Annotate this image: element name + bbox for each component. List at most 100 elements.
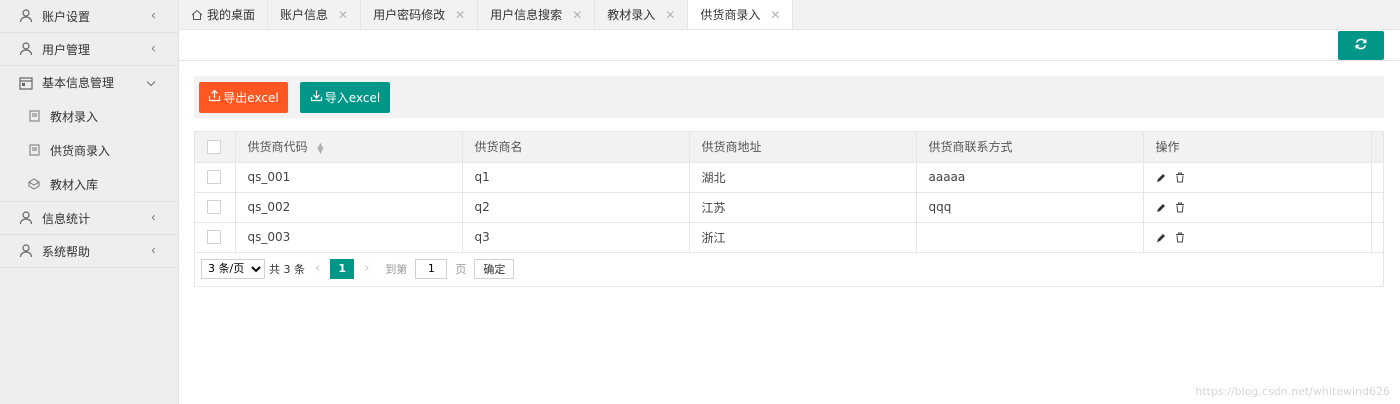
chevron-left-icon: ‹ <box>150 41 156 57</box>
sidebar-item-label: 账户设置 <box>42 9 91 24</box>
page-size-select[interactable]: 3 条/页 <box>201 258 265 279</box>
box-icon <box>26 176 42 192</box>
tab-label: 账户信息 <box>280 8 329 22</box>
row-checkbox[interactable] <box>207 230 221 245</box>
close-icon[interactable]: ✕ <box>455 8 465 22</box>
cell-actions <box>1143 162 1372 193</box>
calendar-icon <box>18 75 34 91</box>
close-icon[interactable]: ✕ <box>338 8 348 22</box>
sidebar-subitem-label: 教材录入 <box>50 109 99 124</box>
next-page-icon[interactable]: › <box>364 261 369 276</box>
sidebar-item-statistics[interactable]: 信息统计 ‹ <box>0 202 178 235</box>
supplier-table: 供货商代码 ▲ ▼ 供货商名 供货商地址 供货商联系方式 操作 qs_001 q1… <box>194 131 1384 287</box>
scroll-gutter <box>1371 192 1384 223</box>
column-header: 供货商联系方式 <box>916 132 1144 163</box>
cell-code: qs_003 <box>235 222 463 253</box>
pagination: 3 条/页 共 3 条 ‹ 1 › 到第 页 确定 <box>195 253 1383 285</box>
cell-name: q3 <box>462 222 690 253</box>
tab-label: 教材录入 <box>607 8 656 22</box>
goto-label: 到第 <box>385 262 408 276</box>
cell-actions <box>1143 192 1372 223</box>
row-checkbox-cell <box>195 162 236 193</box>
edit-icon[interactable] <box>1156 173 1166 183</box>
cell-code: qs_001 <box>235 162 463 193</box>
cell-name: q1 <box>462 162 690 193</box>
tab-textbook-entry[interactable]: 教材录入 ✕ <box>595 0 689 29</box>
sort-icon[interactable]: ▲ ▼ <box>317 141 323 154</box>
submenu-basic-info: 教材录入 供货商录入 教材入库 <box>0 99 178 202</box>
column-header: 供货商名 <box>462 132 690 163</box>
close-icon[interactable]: ✕ <box>665 8 675 22</box>
refresh-button[interactable] <box>1338 31 1384 60</box>
cell-contact <box>916 222 1144 253</box>
sidebar-subitem-label: 供货商录入 <box>50 143 111 158</box>
user-icon <box>18 243 34 259</box>
export-excel-label: 导出excel <box>223 90 279 105</box>
row-checkbox-cell <box>195 192 236 223</box>
action-bar: 导出excel 导入excel <box>194 76 1384 118</box>
cell-contact: aaaaa <box>916 162 1144 193</box>
cell-address: 江苏 <box>689 192 917 223</box>
confirm-button[interactable]: 确定 <box>474 258 515 279</box>
chevron-left-icon: ‹ <box>150 210 156 226</box>
edit-icon[interactable] <box>1156 233 1166 243</box>
row-checkbox[interactable] <box>207 170 221 185</box>
export-icon <box>208 89 223 105</box>
chevron-down-icon <box>146 75 156 90</box>
scroll-gutter <box>1371 162 1384 193</box>
cell-actions <box>1143 222 1372 253</box>
edit-icon[interactable] <box>1156 203 1166 213</box>
user-icon <box>18 210 34 226</box>
tab-password-change[interactable]: 用户密码修改 ✕ <box>361 0 479 29</box>
tab-my-desktop[interactable]: 我的桌面 <box>179 0 269 29</box>
column-header[interactable]: 供货商代码 ▲ ▼ <box>235 132 463 163</box>
row-checkbox[interactable] <box>207 200 221 215</box>
column-header-label: 供货商代码 <box>247 140 308 155</box>
scroll-gutter <box>1371 222 1384 253</box>
user-icon <box>18 8 34 24</box>
tab-user-search[interactable]: 用户信息搜索 ✕ <box>478 0 596 29</box>
sidebar-item-label: 系统帮助 <box>42 244 91 259</box>
row-checkbox-cell <box>195 222 236 253</box>
chevron-left-icon: ‹ <box>150 8 156 24</box>
sidebar-item-system-help[interactable]: 系统帮助 ‹ <box>0 235 178 268</box>
tab-supplier-entry[interactable]: 供货商录入 ✕ <box>688 0 794 29</box>
tab-label: 用户密码修改 <box>373 8 446 22</box>
trash-icon[interactable] <box>1175 232 1185 243</box>
user-icon <box>18 41 34 57</box>
import-excel-button[interactable]: 导入excel <box>300 81 390 113</box>
goto-page-input[interactable] <box>415 258 448 279</box>
import-excel-label: 导入excel <box>324 90 381 105</box>
sidebar-subitem-supplier-entry[interactable]: 供货商录入 <box>0 133 178 167</box>
sidebar-item-label: 用户管理 <box>42 42 91 57</box>
export-excel-button[interactable]: 导出excel <box>199 81 288 113</box>
page-suffix: 页 <box>455 262 467 276</box>
sidebar-item-basic-info[interactable]: 基本信息管理 <box>0 66 178 99</box>
sidebar-item-label: 信息统计 <box>42 211 91 226</box>
prev-page-icon[interactable]: ‹ <box>315 261 320 276</box>
tab-account-info[interactable]: 账户信息 ✕ <box>268 0 362 29</box>
select-all-checkbox[interactable] <box>207 140 221 154</box>
sidebar-subitem-textbook-entry[interactable]: 教材录入 <box>0 99 178 133</box>
sidebar-subitem-textbook-stock-in[interactable]: 教材入库 <box>0 167 178 201</box>
sidebar-subitem-label: 教材入库 <box>50 177 99 192</box>
sidebar-item-account-settings[interactable]: 账户设置 ‹ <box>0 0 178 33</box>
page-toolbar <box>179 30 1400 61</box>
close-icon[interactable]: ✕ <box>572 8 582 22</box>
refresh-icon <box>1354 37 1368 54</box>
trash-icon[interactable] <box>1175 172 1185 183</box>
scroll-gutter <box>1371 132 1384 163</box>
column-header: 供货商地址 <box>689 132 917 163</box>
chevron-left-icon: ‹ <box>150 243 156 259</box>
sidebar-item-user-management[interactable]: 用户管理 ‹ <box>0 33 178 66</box>
close-icon[interactable]: ✕ <box>770 8 780 22</box>
cell-code: qs_002 <box>235 192 463 223</box>
table-row: qs_003 q3 浙江 <box>195 222 1384 253</box>
trash-icon[interactable] <box>1175 202 1185 213</box>
home-icon <box>191 9 203 21</box>
cell-address: 浙江 <box>689 222 917 253</box>
current-page[interactable]: 1 <box>330 258 355 279</box>
sidebar: 账户设置 ‹ 用户管理 ‹ 基本信息管理 教材录入 供货商录入 教材入库 信息统… <box>0 0 179 404</box>
tab-label: 我的桌面 <box>207 8 256 22</box>
cell-contact: qqq <box>916 192 1144 223</box>
